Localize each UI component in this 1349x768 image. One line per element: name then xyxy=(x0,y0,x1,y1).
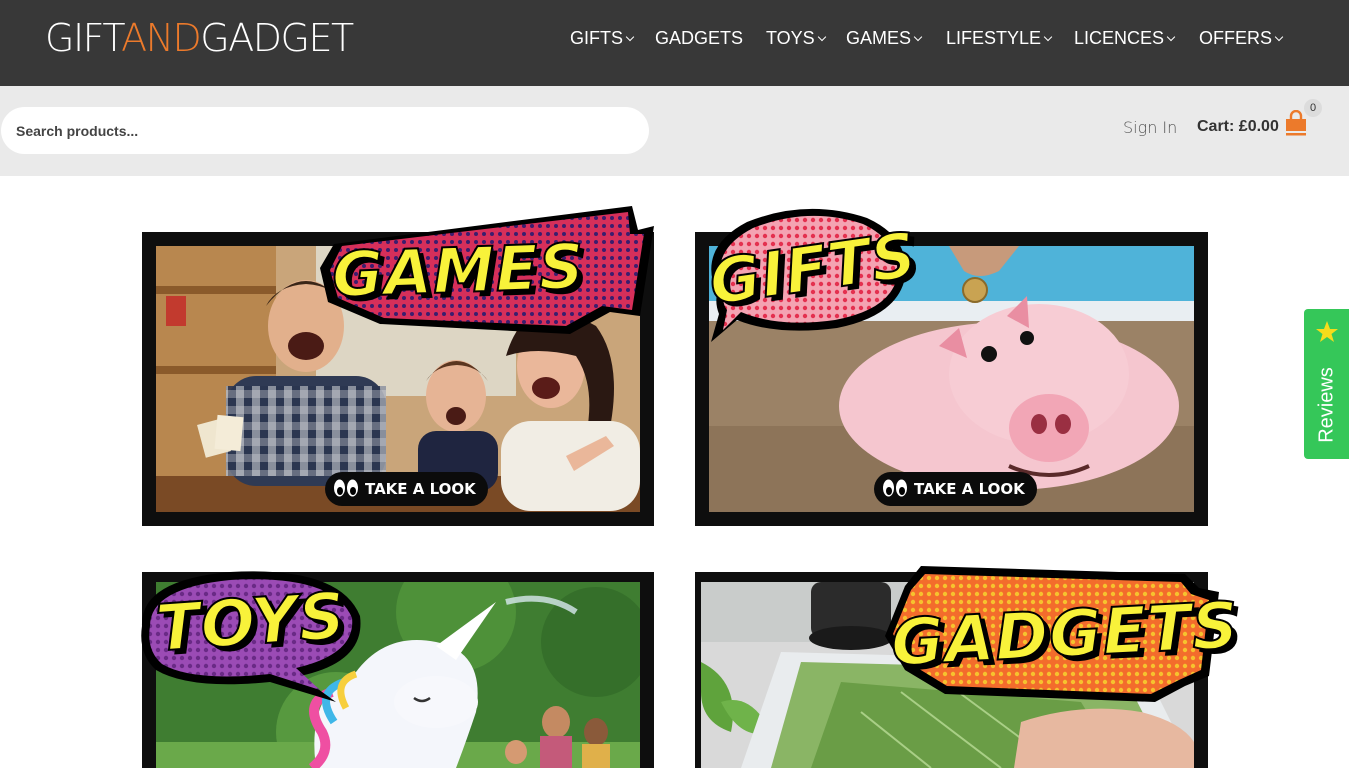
chevron-down-icon xyxy=(1166,32,1176,42)
nav-item-gifts[interactable]: GIFTS xyxy=(570,25,635,51)
take-a-look-label: TAKE A LOOK xyxy=(914,480,1025,498)
top-navigation-bar: GIFTANDGADGET GIFTS GADGETS TOYS GAMES L… xyxy=(0,0,1349,86)
nav-item-lifestyle[interactable]: LIFESTYLE xyxy=(946,25,1053,51)
category-tile-toys[interactable]: TOYS xyxy=(141,571,654,768)
nav-label: TOYS xyxy=(766,28,815,48)
nav-label: GAMES xyxy=(846,28,912,48)
category-tile-games[interactable]: GAMES TAKE A LOOK xyxy=(142,206,654,526)
nav-label: GADGETS xyxy=(655,28,744,48)
cart-total: £0.00 xyxy=(1238,118,1279,135)
logo-text-and: AND xyxy=(121,16,202,60)
nav-item-toys[interactable]: TOYS xyxy=(766,25,826,51)
category-tile-gadgets[interactable]: GADGETS xyxy=(695,566,1242,768)
nav-label: LICENCES xyxy=(1074,28,1165,48)
sign-in-link[interactable]: Sign In xyxy=(1123,118,1177,137)
cart-link[interactable]: Cart: £0.00 xyxy=(1197,118,1279,136)
eyes-icon xyxy=(883,479,907,496)
shopping-bag-icon[interactable] xyxy=(1285,110,1307,136)
chevron-down-icon xyxy=(625,32,635,42)
category-tile-gifts[interactable]: GIFTS TAKE A LOOK xyxy=(695,208,1208,526)
nav-label: GIFTS xyxy=(570,28,623,48)
nav-label: LIFESTYLE xyxy=(946,28,1042,48)
nav-item-gadgets[interactable]: GADGETS xyxy=(655,25,743,51)
take-a-look-button[interactable]: TAKE A LOOK xyxy=(325,472,488,506)
nav-item-offers[interactable]: OFFERS xyxy=(1199,25,1284,51)
logo-text-gadget: GADGET xyxy=(200,16,354,60)
chevron-down-icon xyxy=(1043,32,1053,42)
eyes-icon xyxy=(334,479,358,496)
cart-label: Cart: xyxy=(1197,118,1235,135)
nav-item-licences[interactable]: LICENCES xyxy=(1074,25,1176,51)
logo-text-gift: GIFT xyxy=(45,16,123,60)
chevron-down-icon xyxy=(913,32,923,42)
search-bar-row: Sign In Cart: £0.00 0 xyxy=(0,86,1349,176)
nav-label: OFFERS xyxy=(1199,28,1273,48)
reviews-label: Reviews xyxy=(1315,367,1338,443)
chevron-down-icon xyxy=(817,32,826,42)
take-a-look-button[interactable]: TAKE A LOOK xyxy=(874,472,1037,506)
tile-title-games: GAMES xyxy=(330,229,587,313)
chevron-down-icon xyxy=(1274,32,1284,42)
star-icon xyxy=(1316,321,1338,342)
cart-count-badge: 0 xyxy=(1304,99,1322,117)
reviews-side-tab[interactable]: Reviews xyxy=(1304,309,1349,459)
nav-item-games[interactable]: GAMES xyxy=(846,25,923,51)
search-input[interactable] xyxy=(1,107,649,154)
tile-title-toys: TOYS xyxy=(153,578,350,667)
site-logo[interactable]: GIFTANDGADGET xyxy=(45,16,354,60)
take-a-look-label: TAKE A LOOK xyxy=(365,480,476,498)
